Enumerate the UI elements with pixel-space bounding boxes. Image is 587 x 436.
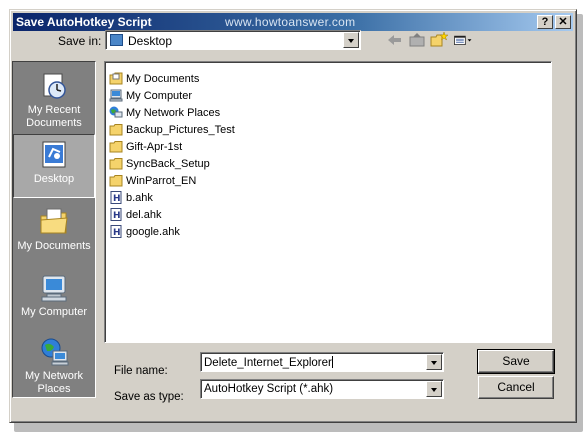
file-item[interactable]: Hgoogle.ahk [109, 224, 180, 241]
my-documents-icon [38, 206, 70, 238]
file-list[interactable]: My Documents My Computer My Network Plac… [104, 61, 552, 343]
file-name-value: Delete_Internet_Explorer [204, 357, 332, 369]
save-as-type-dropdown[interactable]: AutoHotkey Script (*.ahk) [200, 379, 444, 399]
desktop-icon [110, 34, 123, 46]
file-item[interactable]: SyncBack_Setup [109, 156, 210, 173]
folder-icon [109, 157, 123, 170]
place-label: My Recent Documents [26, 104, 82, 129]
my-computer-icon [38, 272, 70, 304]
back-icon[interactable] [385, 31, 405, 49]
save-as-type-value: AutoHotkey Script (*.ahk) [204, 383, 334, 395]
folder-icon [109, 123, 123, 136]
file-item[interactable]: Hdel.ahk [109, 207, 161, 224]
file-name-text: My Computer [126, 89, 193, 102]
chevron-down-icon[interactable] [343, 32, 359, 48]
view-menu-icon[interactable] [453, 31, 479, 49]
place-desktop[interactable]: Desktop [13, 134, 95, 198]
ahk-file-icon: H [109, 208, 123, 222]
file-item[interactable]: My Computer [109, 88, 192, 105]
save-as-type-label: Save as type: [114, 391, 184, 403]
file-name-text: Backup_Pictures_Test [126, 123, 235, 136]
ahk-file-icon: H [109, 191, 123, 205]
place-recent-documents[interactable]: My Recent Documents [13, 66, 95, 130]
file-name-text: My Network Places [126, 106, 221, 119]
place-label: My Network Places [24, 370, 84, 395]
title-bar[interactable]: Save AutoHotkey Script www.howtoanswer.c… [13, 13, 573, 31]
chevron-down-icon[interactable] [426, 354, 442, 370]
place-label: Desktop [33, 173, 75, 185]
up-folder-icon[interactable] [407, 31, 427, 49]
file-name-text: My Documents [126, 72, 200, 85]
file-name-text: del.ahk [126, 208, 162, 221]
network-places-icon [109, 106, 123, 119]
svg-text:H: H [113, 194, 121, 204]
file-name-label: File name: [114, 365, 168, 377]
file-item[interactable]: WinParrot_EN [109, 173, 196, 190]
save-in-dropdown[interactable]: Desktop [105, 30, 361, 50]
svg-text:H: H [113, 211, 121, 221]
save-in-label: Save in: [58, 34, 102, 48]
file-item[interactable]: Hb.ahk [109, 190, 153, 207]
file-item[interactable]: My Network Places [109, 105, 220, 122]
watermark-text: www.howtoanswer.com [225, 15, 356, 29]
chevron-down-icon[interactable] [426, 381, 442, 397]
my-documents-icon [109, 72, 123, 85]
file-name-text: SyncBack_Setup [126, 157, 210, 170]
file-item[interactable]: Backup_Pictures_Test [109, 122, 235, 139]
file-item[interactable]: My Documents [109, 71, 199, 88]
text-caret [331, 356, 333, 368]
file-name-text: google.ahk [126, 225, 180, 238]
recent-documents-icon [38, 70, 70, 102]
place-label: My Computer [20, 306, 88, 318]
save-in-value: Desktop [128, 34, 173, 48]
network-places-icon [38, 336, 70, 368]
file-name-text: Gift-Apr-1st [126, 140, 183, 153]
window-title: Save AutoHotkey Script [16, 15, 152, 29]
place-my-documents[interactable]: My Documents [13, 202, 95, 266]
place-network-places[interactable]: My Network Places [13, 332, 95, 396]
my-computer-icon [109, 89, 123, 102]
file-name-text: WinParrot_EN [126, 174, 197, 187]
places-bar: My Recent Documents Desktop My Documents… [12, 61, 96, 398]
file-name-text: b.ahk [126, 191, 153, 204]
folder-icon [109, 174, 123, 187]
folder-icon [109, 140, 123, 153]
close-button[interactable]: ✕ [555, 15, 571, 29]
cancel-button[interactable]: Cancel [478, 376, 554, 399]
file-item[interactable]: Gift-Apr-1st [109, 139, 182, 156]
desktop-icon [38, 139, 70, 171]
ahk-file-icon: H [109, 225, 123, 239]
help-button[interactable]: ? [537, 15, 553, 29]
svg-text:H: H [113, 228, 121, 238]
place-my-computer[interactable]: My Computer [13, 268, 95, 332]
place-label: My Documents [17, 240, 91, 252]
file-name-field[interactable]: Delete_Internet_Explorer [200, 352, 444, 372]
save-button[interactable]: Save [477, 349, 555, 374]
new-folder-icon[interactable] [429, 31, 449, 49]
